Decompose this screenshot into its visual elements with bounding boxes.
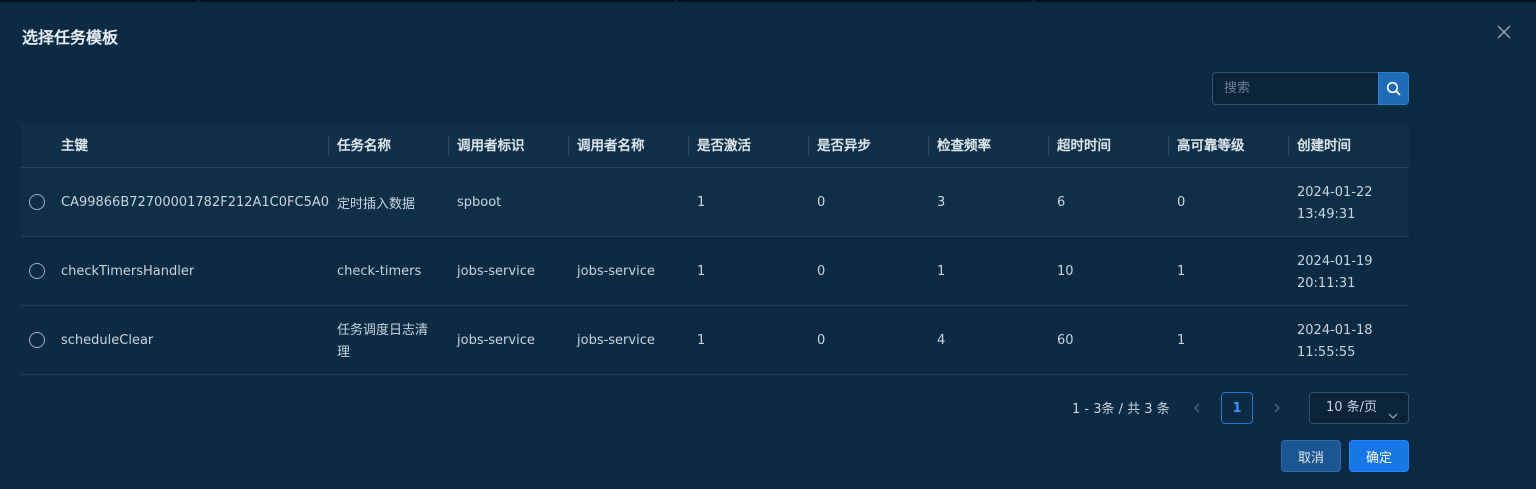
created-clock: 13:49:31 xyxy=(1297,207,1356,222)
created-clock: 20:11:31 xyxy=(1297,276,1356,291)
column-header-async: 是否异步 xyxy=(817,138,871,154)
cell-caller-id: jobs-service xyxy=(457,333,535,348)
row-radio[interactable] xyxy=(29,194,45,210)
cell-caller-name: jobs-service xyxy=(577,333,655,348)
column-divider xyxy=(1288,136,1289,156)
cell-check-frequency: 1 xyxy=(937,264,946,279)
column-header-caller-id: 调用者标识 xyxy=(457,138,525,154)
cell-caller-id: spboot xyxy=(457,195,502,210)
created-date: 2024-01-22 xyxy=(1297,185,1373,200)
cell-task-name: 任务调度日志清 理 xyxy=(337,320,428,364)
pagination-total: 1 - 3条 / 共 3 条 xyxy=(1072,402,1170,417)
task-name-line: 理 xyxy=(337,345,351,360)
column-header-caller-name: 调用者名称 xyxy=(577,138,645,154)
cell-timeout: 10 xyxy=(1057,264,1074,279)
chevron-down-icon xyxy=(1387,403,1399,433)
cell-check-frequency: 3 xyxy=(937,195,946,210)
confirm-button[interactable]: 确定 xyxy=(1349,440,1409,472)
column-divider xyxy=(1168,136,1169,156)
column-header-created-time: 创建时间 xyxy=(1297,138,1351,154)
cell-timeout: 6 xyxy=(1057,195,1066,210)
search-box xyxy=(1212,72,1409,105)
column-divider xyxy=(928,136,929,156)
column-header-task-name: 任务名称 xyxy=(337,138,391,154)
cell-ha-level: 1 xyxy=(1177,333,1186,348)
column-header-ha-level: 高可靠等级 xyxy=(1177,138,1245,154)
cell-ha-level: 0 xyxy=(1177,195,1186,210)
search-input[interactable] xyxy=(1213,73,1378,104)
cell-created-time: 2024-01-18 11:55:55 xyxy=(1297,320,1373,364)
cell-caller-name: jobs-service xyxy=(577,264,655,279)
cell-active: 1 xyxy=(697,195,706,210)
row-radio[interactable] xyxy=(29,332,45,348)
table-header: 主键 任务名称 调用者标识 调用者名称 是否激活 是否异步 检查频率 超时时间 … xyxy=(21,124,1409,168)
column-header-active: 是否激活 xyxy=(697,138,751,154)
cell-primary-key: scheduleClear xyxy=(61,333,154,348)
task-template-table: 主键 任务名称 调用者标识 调用者名称 是否激活 是否异步 检查频率 超时时间 … xyxy=(21,124,1409,375)
cell-async: 0 xyxy=(817,264,826,279)
column-divider xyxy=(808,136,809,156)
cell-primary-key: checkTimersHandler xyxy=(61,264,195,279)
created-date: 2024-01-18 xyxy=(1297,323,1373,338)
column-header-primary-key: 主键 xyxy=(61,138,88,154)
cell-created-time: 2024-01-22 13:49:31 xyxy=(1297,182,1373,226)
cell-async: 0 xyxy=(817,333,826,348)
column-divider xyxy=(448,136,449,156)
chevron-left-icon[interactable] xyxy=(1190,398,1204,418)
table-row[interactable]: scheduleClear 任务调度日志清 理 jobs-service job… xyxy=(21,306,1409,375)
table-row[interactable]: CA99866B72700001782F212A1C0FC5A0 定时插入数据 … xyxy=(21,168,1409,237)
search-icon xyxy=(1386,81,1401,96)
column-divider xyxy=(688,136,689,156)
created-date: 2024-01-19 xyxy=(1297,254,1373,269)
cell-primary-key: CA99866B72700001782F212A1C0FC5A0 xyxy=(61,195,330,210)
cell-async: 0 xyxy=(817,195,826,210)
cell-task-name: 定时插入数据 xyxy=(337,197,416,212)
column-header-timeout: 超时时间 xyxy=(1057,138,1111,154)
chevron-right-icon[interactable] xyxy=(1270,398,1284,418)
pagination-page[interactable]: 1 xyxy=(1221,392,1253,424)
cell-caller-id: jobs-service xyxy=(457,264,535,279)
dialog-title: 选择任务模板 xyxy=(22,28,119,47)
task-name-line: 任务调度日志清 xyxy=(337,323,429,338)
cell-ha-level: 1 xyxy=(1177,264,1186,279)
cell-created-time: 2024-01-19 20:11:31 xyxy=(1297,251,1373,295)
cell-active: 1 xyxy=(697,264,706,279)
column-divider xyxy=(1048,136,1049,156)
cell-task-name: check-timers xyxy=(337,264,422,279)
cell-active: 1 xyxy=(697,333,706,348)
row-radio[interactable] xyxy=(29,263,45,279)
column-divider xyxy=(568,136,569,156)
cell-timeout: 60 xyxy=(1057,333,1074,348)
table-row[interactable]: checkTimersHandler check-timers jobs-ser… xyxy=(21,237,1409,306)
cell-check-frequency: 4 xyxy=(937,333,946,348)
column-header-check-frequency: 检查频率 xyxy=(937,138,991,154)
search-button[interactable] xyxy=(1378,72,1409,105)
page-size-value: 10 条/页 xyxy=(1326,400,1378,415)
close-icon[interactable] xyxy=(1494,22,1514,42)
page-size-select[interactable]: 10 条/页 xyxy=(1309,392,1409,424)
created-clock: 11:55:55 xyxy=(1297,345,1356,360)
column-divider xyxy=(328,136,329,156)
cancel-button[interactable]: 取消 xyxy=(1281,440,1341,472)
